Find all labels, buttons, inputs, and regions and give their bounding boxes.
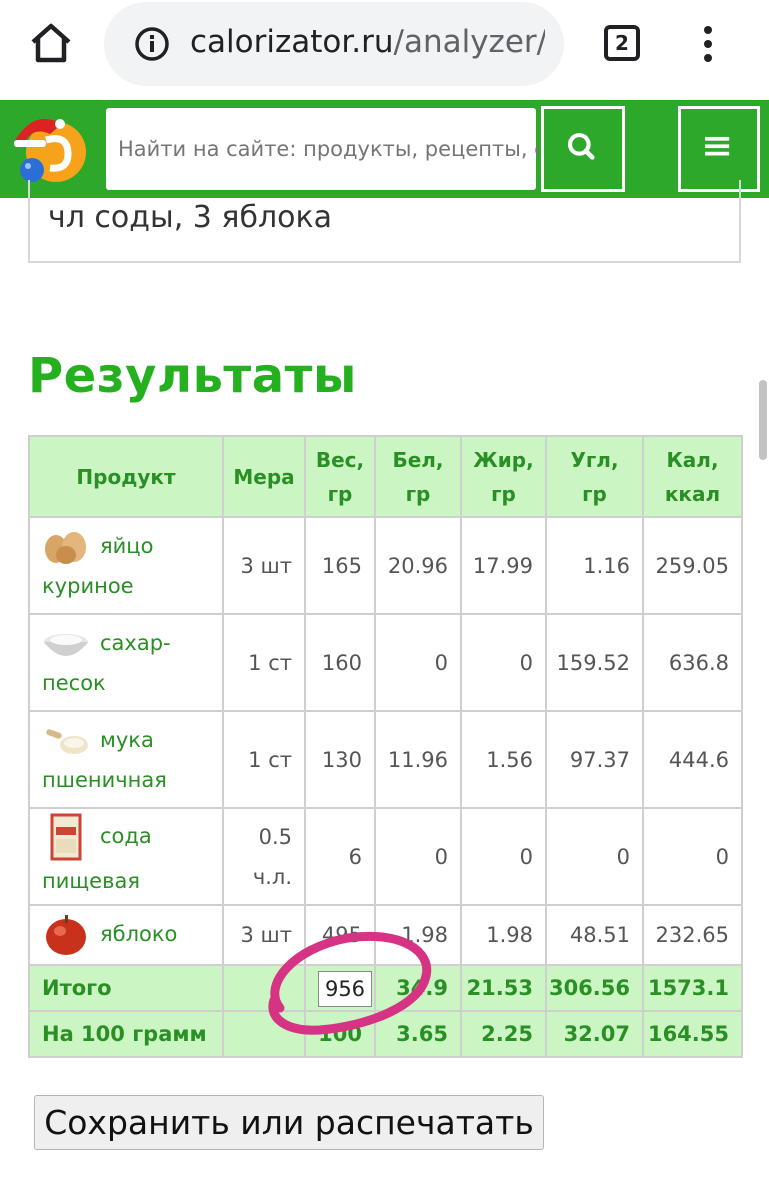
- col-header-product[interactable]: Продукт: [28, 435, 224, 518]
- col-header-fat[interactable]: Жир, гр: [460, 435, 547, 518]
- table-row: мука пшеничная 1 ст 130 11.96 1.56 97.37 …: [28, 710, 743, 809]
- fat-cell: 17.99: [460, 516, 547, 615]
- carbs-cell: 48.51: [545, 904, 644, 966]
- save-or-print-button[interactable]: Сохранить или распечатать: [34, 1095, 544, 1150]
- col-header-protein[interactable]: Бел, гр: [374, 435, 462, 518]
- per100-carbs-cell: 32.07: [545, 1010, 644, 1058]
- total-fat-cell: 21.53: [460, 964, 547, 1012]
- browser-toolbar: calorizator.ru/analyzer/ 2: [0, 0, 769, 100]
- product-cell: сахар-песок: [28, 613, 224, 712]
- calories-cell: 0: [642, 807, 743, 906]
- fat-cell: 0: [460, 613, 547, 712]
- product-link-apple[interactable]: яблоко: [42, 913, 222, 957]
- col-header-calories[interactable]: Кал, ккал: [642, 435, 743, 518]
- per100-calories-cell: 164.55: [642, 1010, 743, 1058]
- measure-cell: 3 шт: [222, 516, 306, 615]
- calories-cell: 232.65: [642, 904, 743, 966]
- per100-fat-cell: 2.25: [460, 1010, 547, 1058]
- hamburger-icon: [705, 136, 730, 156]
- total-calories-cell: 1573.1: [642, 964, 743, 1012]
- table-header-row: Продукт Мера Вес, гр Бел, гр Жир, гр Угл, гр…: [28, 435, 743, 518]
- product-cell: яблоко: [28, 904, 224, 966]
- protein-cell: 0: [374, 807, 462, 906]
- apple-icon: [46, 915, 86, 955]
- table-row: сода пищевая 0.5 ч.л. 6 0 0 0 0: [28, 807, 743, 906]
- flour-scoop-icon: [46, 728, 88, 754]
- url-text[interactable]: calorizator.ru/analyzer/: [190, 24, 545, 60]
- col-header-carbs[interactable]: Угл, гр: [545, 435, 644, 518]
- egg-icon: [45, 531, 86, 564]
- page-scrollbar[interactable]: [759, 380, 767, 460]
- calories-cell: 259.05: [642, 516, 743, 615]
- calories-cell: 444.6: [642, 710, 743, 809]
- tab-switcher-button[interactable]: 2: [604, 25, 640, 61]
- carbs-cell: 1.16: [545, 516, 644, 615]
- col-header-weight[interactable]: Вес, гр: [304, 435, 376, 518]
- total-carbs-cell: 306.56: [545, 964, 644, 1012]
- product-cell: сода пищевая: [28, 807, 224, 906]
- site-search-box[interactable]: [106, 108, 540, 190]
- carbs-cell: 97.37: [545, 710, 644, 809]
- table-row: яйцо куриное 3 шт 165 20.96 17.99 1.16 25…: [28, 516, 743, 615]
- product-link-sugar[interactable]: сахар-песок: [42, 623, 222, 703]
- site-search-input[interactable]: [106, 108, 540, 190]
- protein-cell: 20.96: [374, 516, 462, 615]
- protein-cell: 11.96: [374, 710, 462, 809]
- total-label: Итого: [28, 964, 224, 1012]
- home-icon[interactable]: [28, 20, 74, 66]
- measure-cell: 1 ст: [222, 710, 306, 809]
- product-link-soda[interactable]: сода пищевая: [42, 813, 222, 901]
- product-link-flour[interactable]: мука пшеничная: [42, 720, 222, 800]
- measure-cell: 0.5 ч.л.: [222, 807, 306, 906]
- weight-cell: 6: [304, 807, 376, 906]
- product-cell: яйцо куриное: [28, 516, 224, 615]
- carbs-cell: 0: [545, 807, 644, 906]
- carbs-cell: 159.52: [545, 613, 644, 712]
- info-icon[interactable]: [134, 26, 170, 62]
- soda-box-icon: [50, 813, 82, 860]
- url-domain: calorizator.ru: [190, 24, 394, 60]
- results-heading: Результаты: [28, 348, 357, 404]
- measure-cell: 1 ст: [222, 613, 306, 712]
- site-logo[interactable]: [6, 104, 98, 192]
- product-link-egg[interactable]: яйцо куриное: [42, 526, 222, 606]
- col-header-measure[interactable]: Мера: [222, 435, 306, 518]
- more-options-icon[interactable]: [700, 24, 716, 64]
- annotation-circle: [268, 931, 432, 1035]
- table-row: сахар-песок 1 ст 160 0 0 159.52 636.8: [28, 613, 743, 712]
- fat-cell: 1.56: [460, 710, 547, 809]
- fat-cell: 1.98: [460, 904, 547, 966]
- url-path: /analyzer/: [393, 24, 545, 60]
- sugar-bowl-icon: [44, 633, 88, 656]
- search-icon: [567, 132, 595, 160]
- weight-cell: 160: [304, 613, 376, 712]
- per100-label: На 100 грамм: [28, 1010, 224, 1058]
- protein-cell: 0: [374, 613, 462, 712]
- weight-cell: 130: [304, 710, 376, 809]
- weight-cell: 165: [304, 516, 376, 615]
- ingredients-text: чл соды, 3 яблока: [48, 200, 332, 235]
- fat-cell: 0: [460, 807, 547, 906]
- product-cell: мука пшеничная: [28, 710, 224, 809]
- calories-cell: 636.8: [642, 613, 743, 712]
